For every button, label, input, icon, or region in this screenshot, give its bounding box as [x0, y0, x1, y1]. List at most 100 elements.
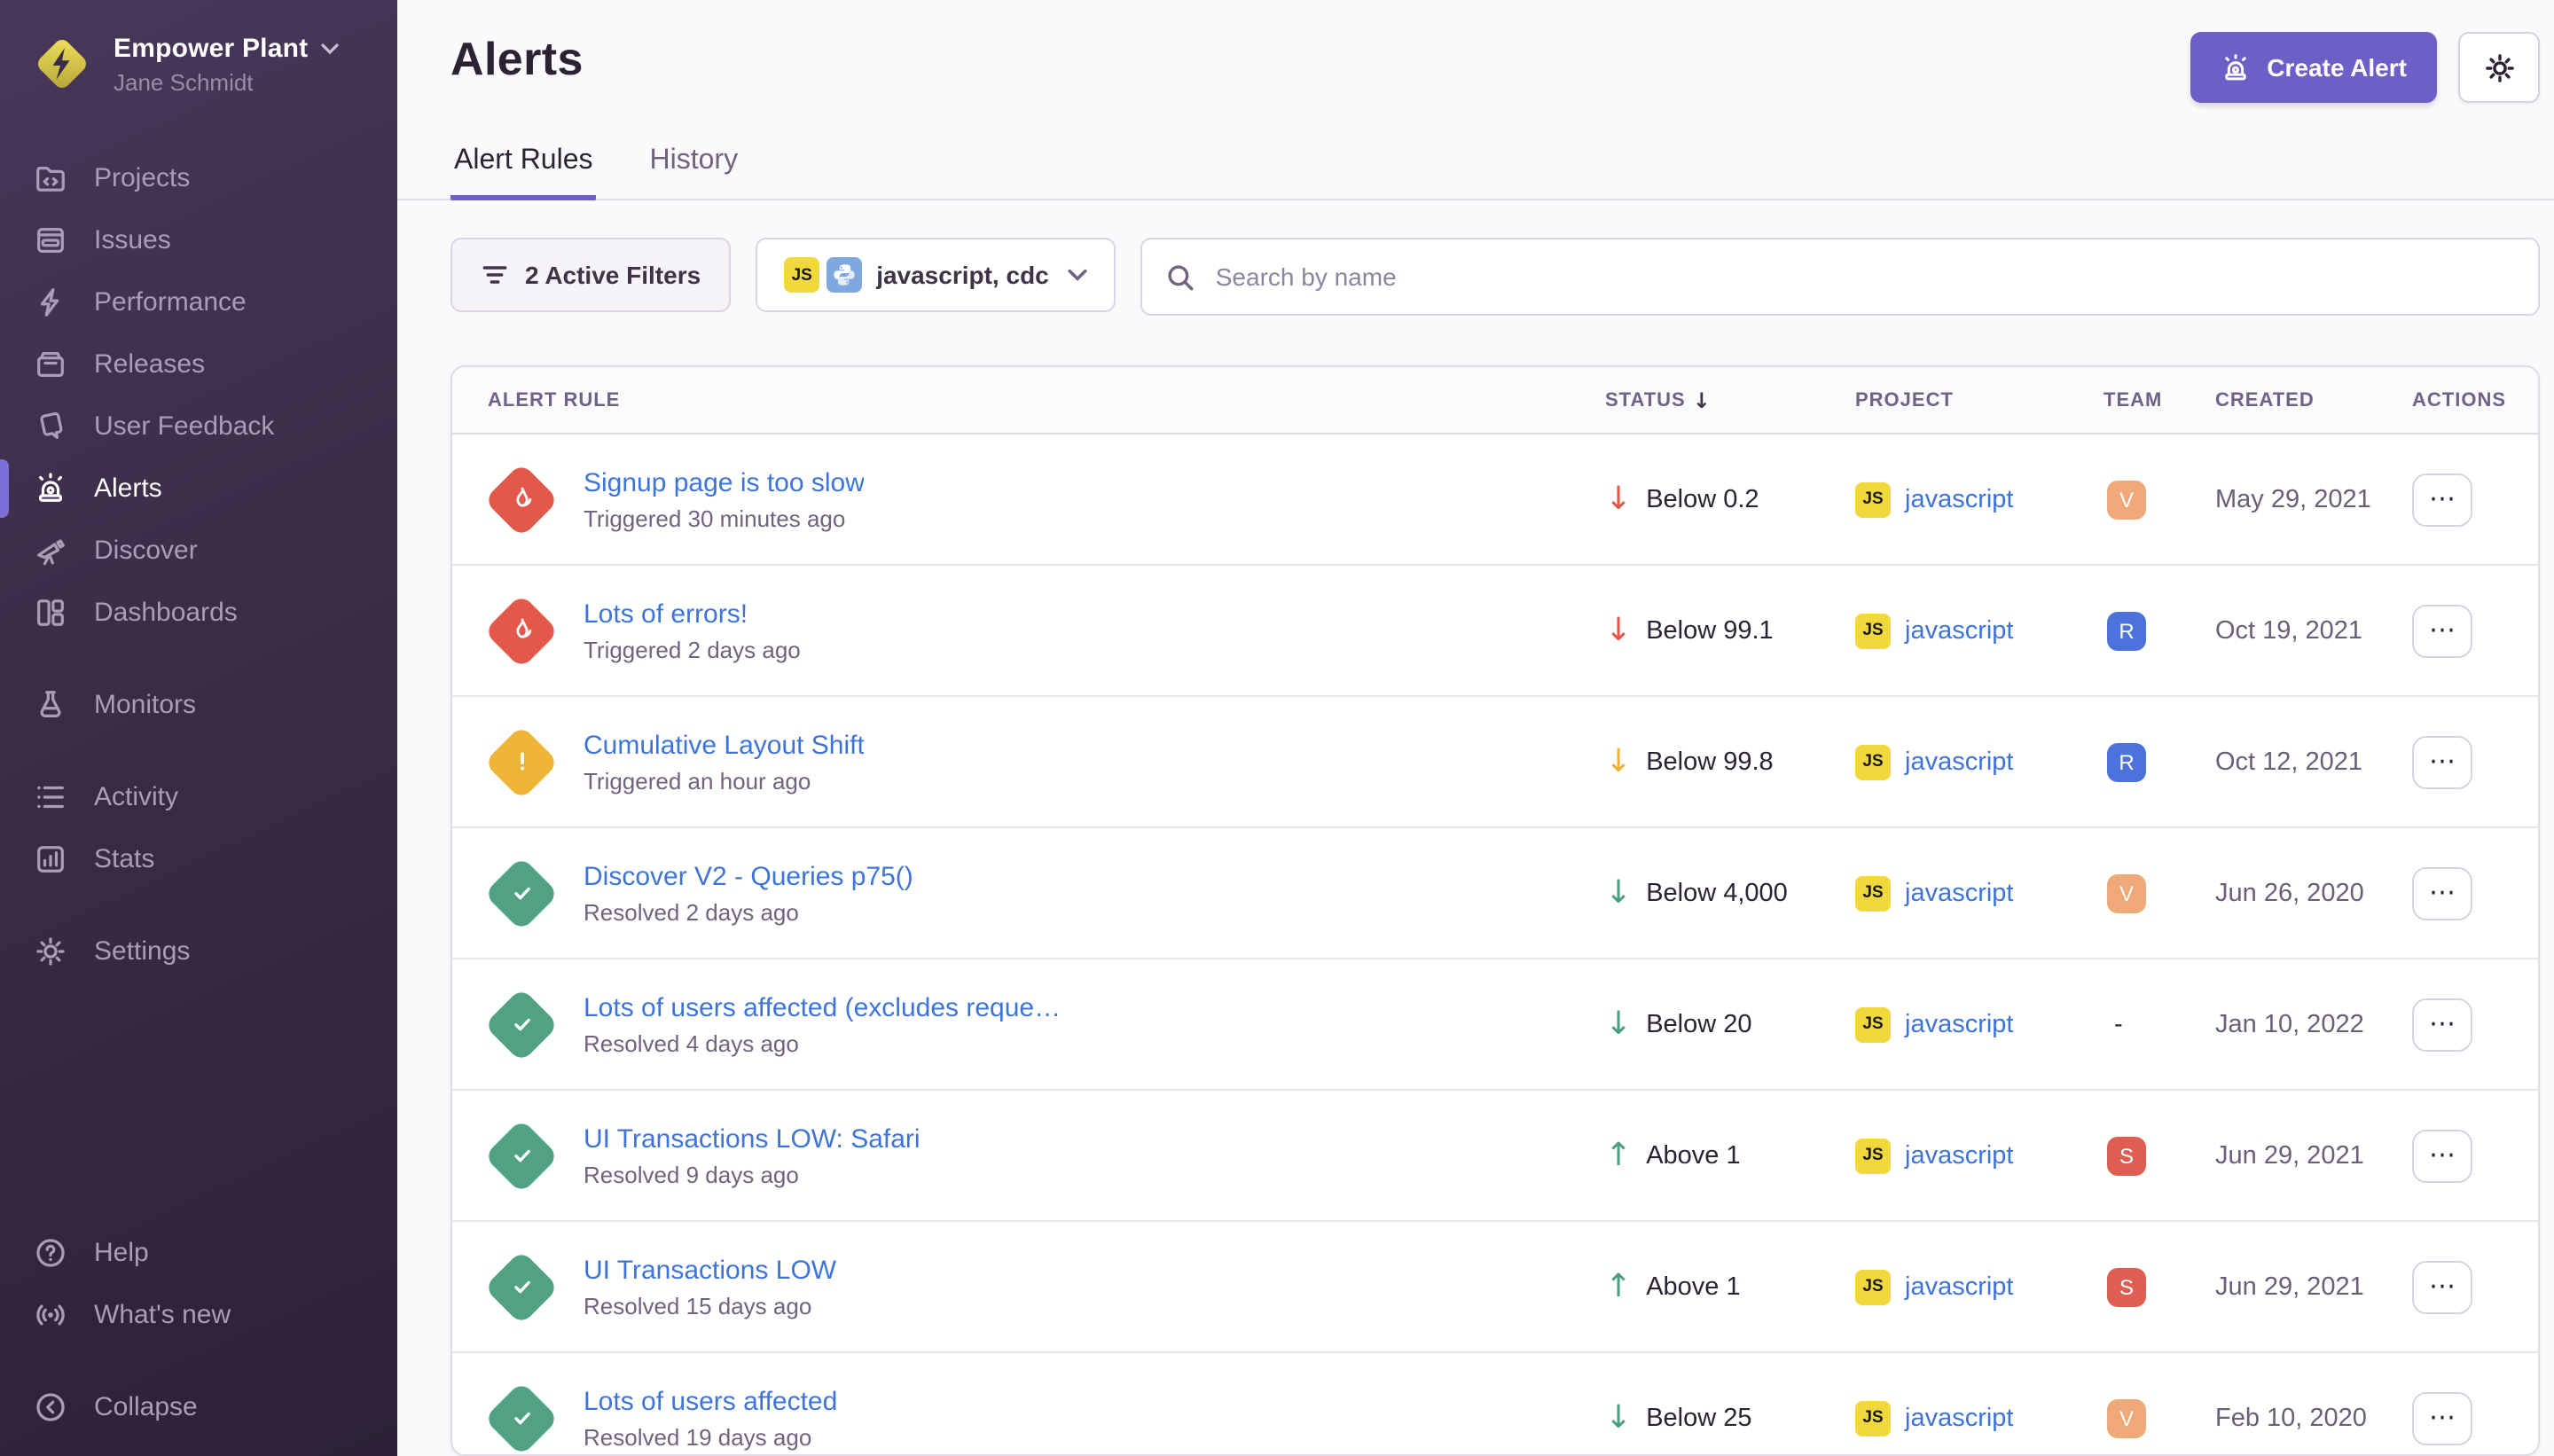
- org-switcher[interactable]: Empower Plant Jane Schmidt: [0, 0, 397, 122]
- row-actions-button[interactable]: ⋯: [2412, 866, 2472, 920]
- sidebar-collapse-button[interactable]: Collapse: [0, 1376, 397, 1438]
- alert-rule-subtext: Triggered an hour ago: [584, 767, 865, 794]
- alert-rule-link[interactable]: Cumulative Layout Shift: [584, 730, 865, 760]
- sidebar-item-user-feedback[interactable]: User Feedback: [0, 395, 397, 458]
- actions-cell: ⋯: [2412, 998, 2538, 1051]
- alert-rule-row: Discover V2 - Queries p75() Resolved 2 d…: [452, 826, 2538, 958]
- team-avatar: R: [2107, 611, 2146, 650]
- search-icon: [1166, 262, 1196, 292]
- row-actions-button[interactable]: ⋯: [2412, 735, 2472, 788]
- status-cell: Below 99.1: [1605, 614, 1855, 646]
- sidebar-item-help[interactable]: Help: [0, 1222, 397, 1284]
- trend-up-icon: [1605, 1139, 1632, 1171]
- row-actions-button[interactable]: ⋯: [2412, 1129, 2472, 1182]
- tab-history[interactable]: History: [646, 145, 742, 200]
- search-box[interactable]: [1141, 238, 2540, 316]
- project-link[interactable]: javascript: [1905, 1404, 2014, 1432]
- resolved-alert-icon: [486, 989, 557, 1060]
- project-cell: JSjavascript: [1855, 1138, 2104, 1173]
- sort-descending-icon: ↓: [1693, 387, 1712, 412]
- active-filters-button[interactable]: 2 Active Filters: [450, 238, 731, 312]
- project-link[interactable]: javascript: [1905, 748, 2014, 776]
- resolved-alert-icon: [486, 1251, 557, 1322]
- project-cell: JSjavascript: [1855, 875, 2104, 911]
- javascript-platform-icon: JS: [1855, 481, 1891, 517]
- user-name: Jane Schmidt: [114, 68, 338, 95]
- alert-rule-link[interactable]: Lots of users affected: [584, 1386, 837, 1416]
- sidebar-item-issues[interactable]: Issues: [0, 209, 397, 271]
- filter-icon: [481, 261, 509, 289]
- row-actions-button[interactable]: ⋯: [2412, 473, 2472, 526]
- status-cell: Above 1: [1605, 1139, 1855, 1171]
- sidebar-item-label: Discover: [94, 536, 198, 566]
- team-avatar: V: [2107, 1398, 2146, 1437]
- team-cell: R: [2104, 611, 2215, 650]
- alert-rule-row: Lots of users affected (excludes reque… …: [452, 958, 2538, 1089]
- alert-rule-link[interactable]: UI Transactions LOW: Safari: [584, 1123, 921, 1154]
- sidebar-item-projects[interactable]: Projects: [0, 147, 397, 209]
- sidebar-item-whats-new[interactable]: What's new: [0, 1284, 397, 1346]
- team-cell: V: [2104, 1398, 2215, 1437]
- sidebar-item-stats[interactable]: Stats: [0, 828, 397, 890]
- row-actions-button[interactable]: ⋯: [2412, 1391, 2472, 1444]
- javascript-platform-icon: JS: [1855, 744, 1891, 779]
- question-circle-icon: [32, 1235, 67, 1271]
- search-input[interactable]: [1212, 261, 2515, 293]
- gear-icon: [2482, 51, 2516, 84]
- project-link[interactable]: javascript: [1905, 1272, 2014, 1301]
- status-cell: Below 0.2: [1605, 483, 1855, 515]
- project-cell: JS javascript: [1855, 1400, 2104, 1436]
- project-link[interactable]: javascript: [1905, 485, 2014, 513]
- sidebar-item-dashboards[interactable]: Dashboards: [0, 582, 397, 644]
- javascript-platform-icon: JS: [1855, 1400, 1891, 1436]
- sidebar-item-activity[interactable]: Activity: [0, 766, 397, 828]
- alerts-settings-button[interactable]: [2458, 32, 2540, 103]
- sidebar-item-performance[interactable]: Performance: [0, 271, 397, 333]
- project-link[interactable]: javascript: [1905, 1010, 2014, 1038]
- sidebar-item-monitors[interactable]: Monitors: [0, 674, 397, 736]
- actions-cell: ⋯: [2412, 604, 2538, 657]
- critical-alert-icon: [486, 464, 557, 535]
- alert-rule-link[interactable]: Lots of users affected (excludes reque…: [584, 992, 1061, 1022]
- team-cell: V: [2104, 480, 2215, 519]
- org-logo-icon: [28, 30, 96, 98]
- alert-rule-link[interactable]: Lots of errors!: [584, 599, 801, 629]
- filter-bar: 2 Active Filters JS javascript, cdc: [450, 238, 2540, 316]
- actions-cell: ⋯: [2412, 1391, 2538, 1444]
- trend-down-icon: [1605, 877, 1632, 909]
- sidebar-item-settings[interactable]: Settings: [0, 920, 397, 982]
- project-link[interactable]: javascript: [1905, 879, 2014, 907]
- sidebar-item-releases[interactable]: Releases: [0, 333, 397, 395]
- resolved-alert-icon: [486, 857, 557, 928]
- alert-rule-link[interactable]: Signup page is too slow: [584, 467, 865, 497]
- actions-cell: ⋯: [2412, 473, 2538, 526]
- alert-rule-link[interactable]: Discover V2 - Queries p75(): [584, 861, 913, 891]
- alert-rule-link[interactable]: UI Transactions LOW: [584, 1255, 836, 1285]
- sidebar-item-discover[interactable]: Discover: [0, 520, 397, 582]
- created-cell: Jun 29, 2021: [2215, 1272, 2412, 1301]
- trend-down-icon: [1605, 483, 1632, 515]
- project-filter-dropdown[interactable]: JS javascript, cdc: [756, 238, 1116, 312]
- row-actions-button[interactable]: ⋯: [2412, 604, 2472, 657]
- project-link[interactable]: javascript: [1905, 616, 2014, 645]
- create-alert-button[interactable]: Create Alert: [2190, 32, 2437, 103]
- team-cell: R: [2104, 742, 2215, 781]
- trend-down-icon: [1605, 1402, 1632, 1434]
- trend-up-icon: [1605, 1271, 1632, 1303]
- alert-rule-row: Lots of users affected Resolved 19 days …: [452, 1351, 2538, 1456]
- app-window: Empower Plant Jane Schmidt Projects Issu…: [0, 0, 2554, 1456]
- row-actions-button[interactable]: ⋯: [2412, 1260, 2472, 1313]
- trend-down-icon: [1605, 614, 1632, 646]
- sidebar-footer: Help What's new Collapse: [0, 1222, 397, 1456]
- column-header-status[interactable]: STATUS ↓: [1605, 387, 1855, 412]
- project-link[interactable]: javascript: [1905, 1141, 2014, 1170]
- sidebar-item-alerts[interactable]: Alerts: [0, 458, 397, 520]
- project-cell: JS javascript: [1855, 481, 2104, 517]
- row-actions-button[interactable]: ⋯: [2412, 998, 2472, 1051]
- alert-rule-row: UI Transactions LOW Resolved 15 days ago…: [452, 1220, 2538, 1351]
- column-header-team: TEAM: [2104, 389, 2215, 411]
- alert-rule-row: UI Transactions LOW: Safari Resolved 9 d…: [452, 1089, 2538, 1220]
- status-cell: Below 99.8: [1605, 746, 1855, 778]
- sidebar: Empower Plant Jane Schmidt Projects Issu…: [0, 0, 397, 1456]
- tab-alert-rules[interactable]: Alert Rules: [450, 145, 597, 200]
